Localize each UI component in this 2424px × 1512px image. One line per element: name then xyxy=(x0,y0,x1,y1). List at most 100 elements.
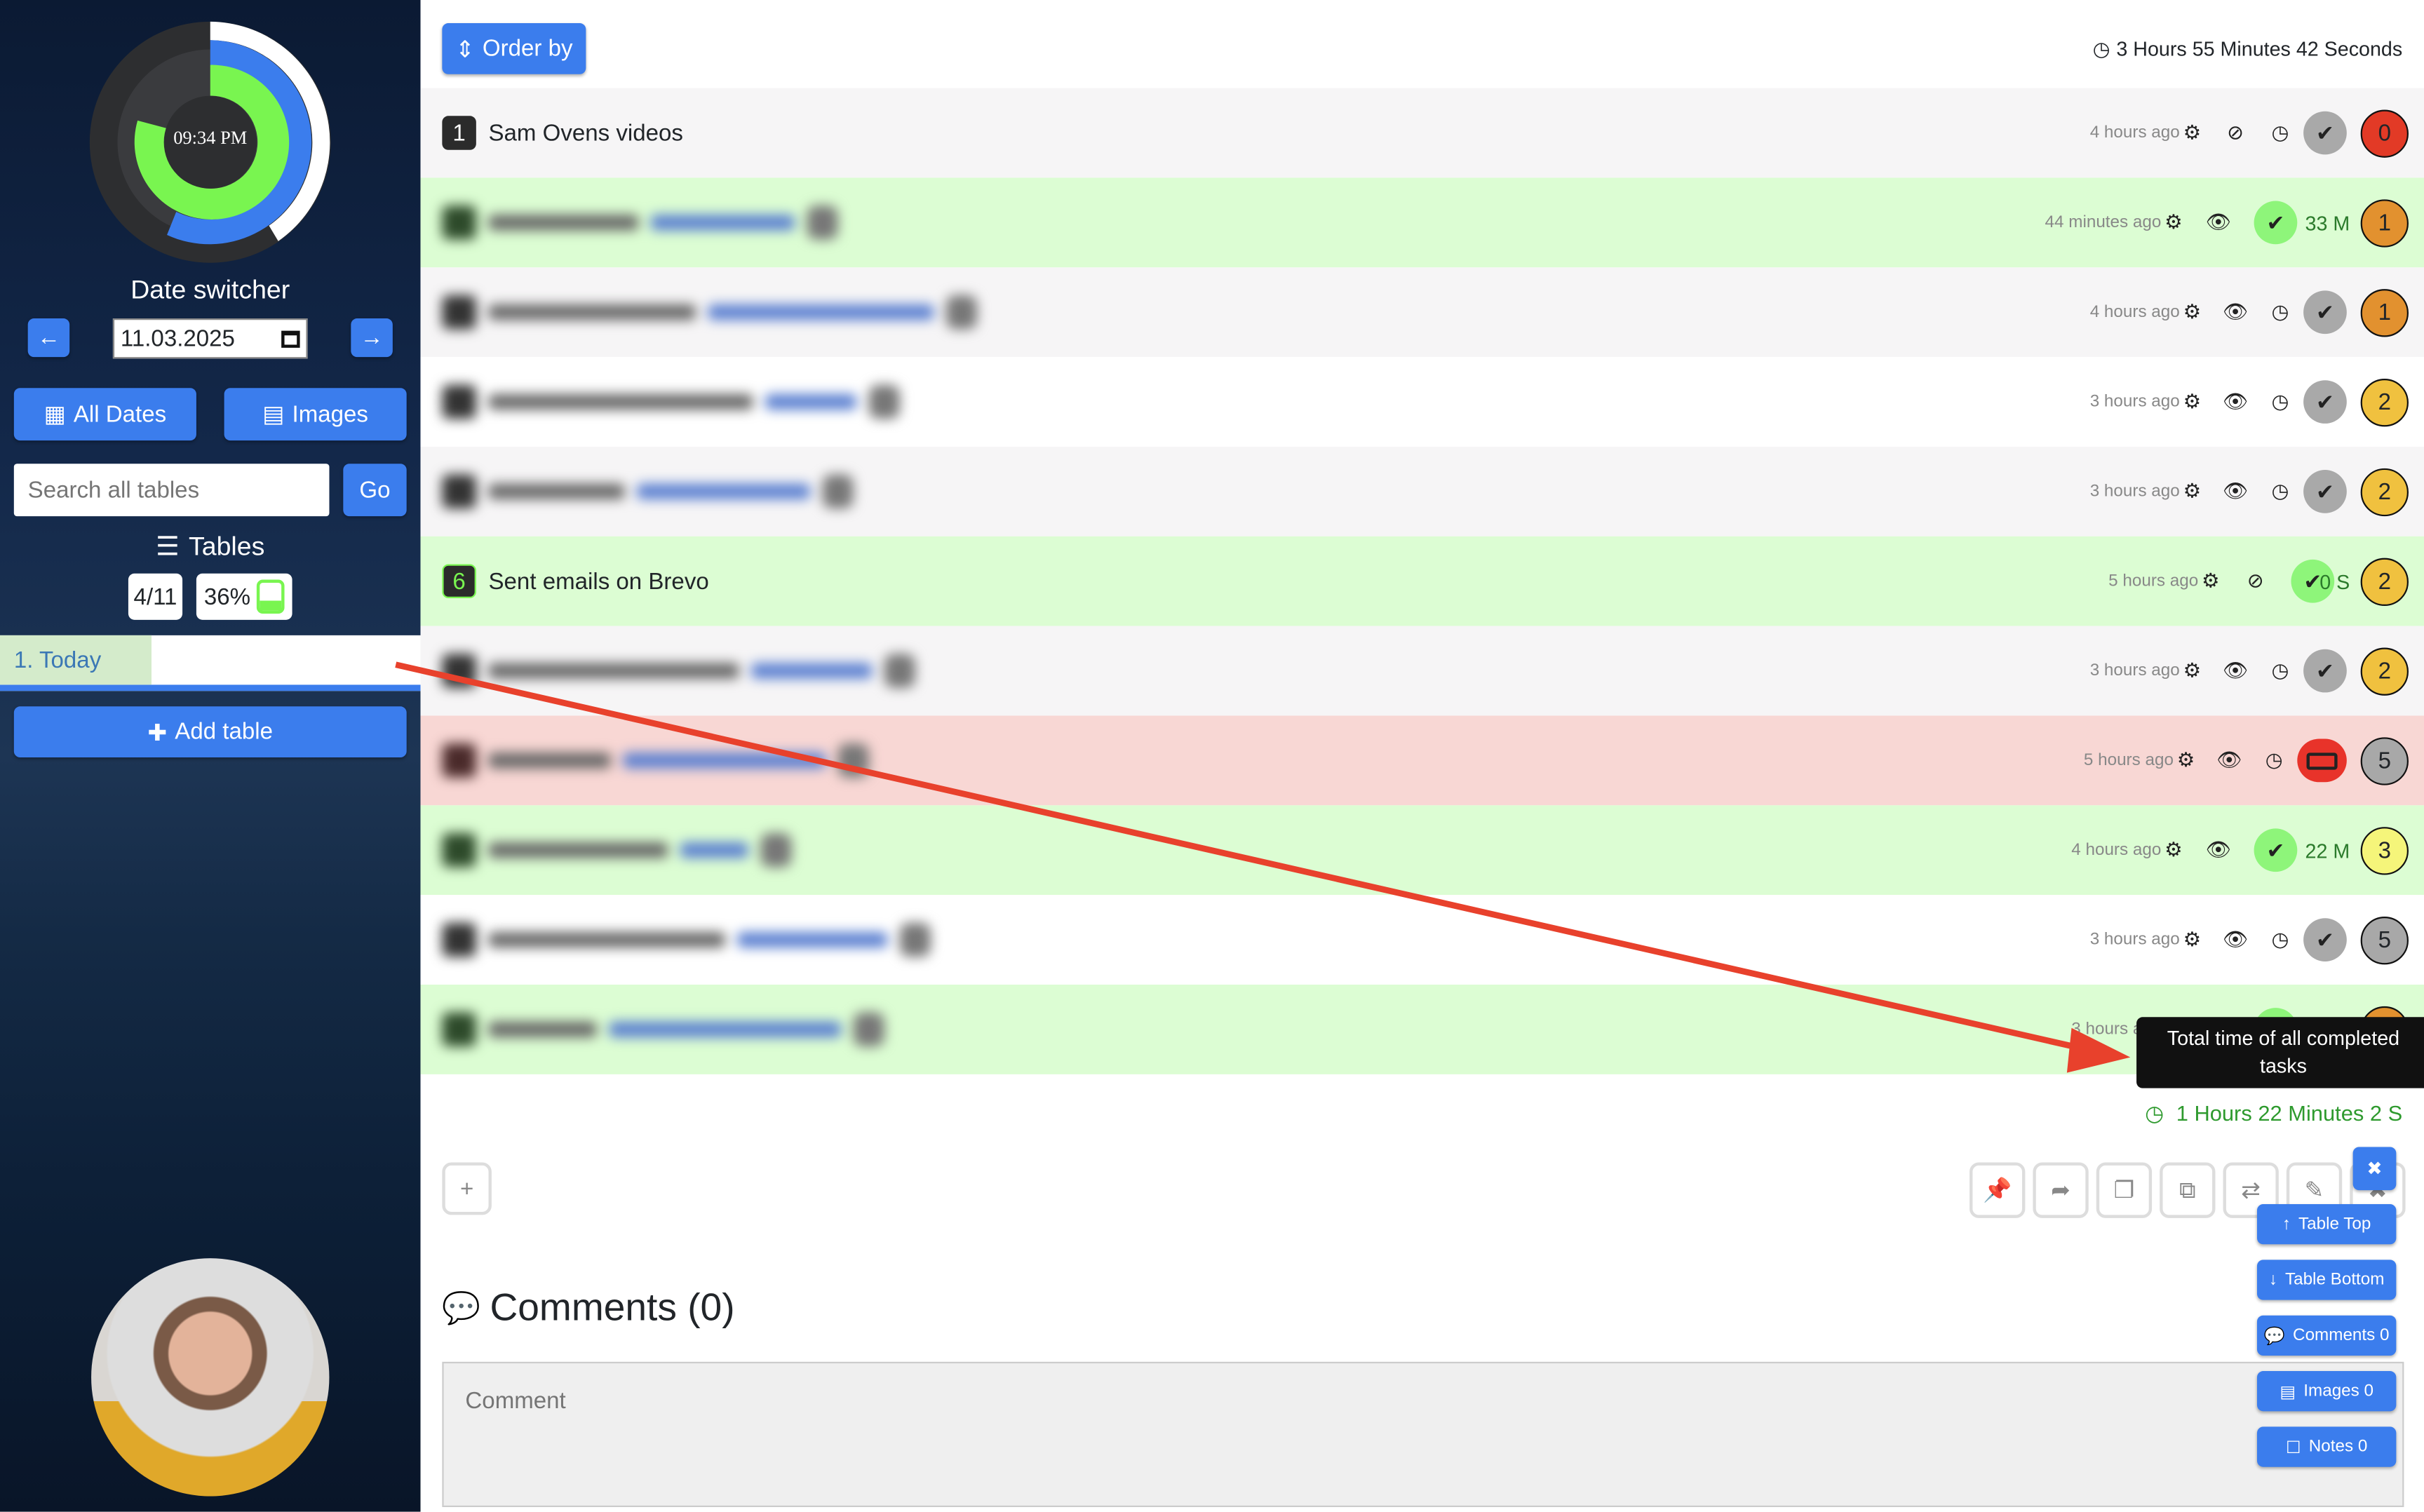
next-date-button[interactable]: → xyxy=(351,318,393,358)
priority-badge[interactable]: 5 xyxy=(2360,915,2409,964)
priority-badge[interactable]: 0 xyxy=(2360,109,2409,157)
images-button[interactable]: ▤ Images xyxy=(224,388,407,441)
priority-badge[interactable]: 3 xyxy=(2360,826,2409,875)
calendar-icon[interactable] xyxy=(281,330,300,347)
clock-icon[interactable]: ◷ xyxy=(2266,119,2294,147)
task-row[interactable]: 4 hours ago ⚙ 👁 ◷ ✔ 1 xyxy=(420,267,2424,358)
gear-icon[interactable]: ⚙ xyxy=(2179,388,2207,416)
table-bottom-button[interactable]: ↓ Table Bottom xyxy=(2256,1260,2397,1300)
priority-badge[interactable]: 5 xyxy=(2360,736,2409,785)
comments-icon: 💬 xyxy=(442,1292,481,1327)
priority-badge[interactable]: 2 xyxy=(2360,647,2409,695)
table-item-today[interactable]: 1. Today xyxy=(0,635,421,691)
gear-icon[interactable]: ⚙ xyxy=(2179,926,2207,954)
add-row-button[interactable]: + xyxy=(442,1162,492,1215)
clock-icon: ◷ xyxy=(2145,1100,2164,1126)
task-row[interactable]: 3 hours ago ⚙ 👁 ◷ ✔ 5 xyxy=(420,895,2424,985)
complete-toggle[interactable]: ✔ xyxy=(2254,828,2298,872)
gear-icon[interactable]: ⚙ xyxy=(2197,567,2225,595)
eye-icon[interactable]: 👁 xyxy=(2221,657,2249,685)
copy-button[interactable]: ❐ xyxy=(2096,1162,2153,1218)
complete-toggle[interactable] xyxy=(2297,738,2347,783)
check-icon: ✔ xyxy=(2316,478,2334,504)
complete-toggle[interactable]: ✔ xyxy=(2303,649,2347,693)
task-row[interactable]: 5 hours ago ⚙ 👁 ◷ 5 xyxy=(420,715,2424,806)
comments-heading-text: Comments (0) xyxy=(490,1285,735,1330)
task-row[interactable]: 3 hours ago ⚙ 👁 ◷ ✔ 2 xyxy=(420,357,2424,447)
task-row[interactable]: 3 hours ago ⚙ 👁 ◷ ✔ 2 xyxy=(420,626,2424,716)
gear-icon[interactable]: ⚙ xyxy=(2179,119,2207,147)
prev-date-button[interactable]: ← xyxy=(27,318,70,358)
date-input[interactable]: 11.03.2025 xyxy=(112,318,308,359)
clock-icon[interactable]: ◷ xyxy=(2266,298,2294,326)
time-ago: 3 hours ago xyxy=(2089,661,2180,680)
sort-icon: ⇕ xyxy=(455,36,475,63)
complete-toggle[interactable]: ✔ xyxy=(2303,470,2347,513)
clock-icon[interactable]: ◷ xyxy=(2266,388,2294,416)
list-icon: ☰ xyxy=(156,532,180,562)
clock-icon[interactable]: ◷ xyxy=(2260,747,2288,775)
task-title[interactable]: Sent emails on Brevo xyxy=(488,568,708,594)
eye-icon[interactable]: 👁 xyxy=(2215,747,2243,775)
clock-icon[interactable]: ◷ xyxy=(2266,478,2294,506)
priority-badge[interactable]: 1 xyxy=(2360,288,2409,337)
complete-toggle[interactable]: ✔ xyxy=(2303,380,2347,424)
task-row[interactable]: 3 hours ago⚙👁✔25 M1 xyxy=(420,985,2424,1074)
close-floating-button[interactable]: ✖ xyxy=(2352,1147,2397,1191)
date-value: 11.03.2025 xyxy=(120,325,235,352)
clock-time: 09:34 PM xyxy=(173,126,248,149)
eye-icon[interactable]: 👁 xyxy=(2221,388,2249,416)
eye-icon[interactable]: 👁 xyxy=(2204,209,2233,237)
plus-icon: + xyxy=(459,1175,474,1202)
complete-toggle[interactable]: ✔ xyxy=(2254,201,2298,245)
avatar[interactable] xyxy=(91,1258,330,1497)
eye-icon[interactable]: 👁 xyxy=(2221,926,2249,954)
task-title[interactable]: Sam Ovens videos xyxy=(488,120,682,146)
pin-button[interactable]: 📌 xyxy=(1969,1162,2026,1218)
gear-icon[interactable]: ⚙ xyxy=(2172,747,2200,775)
comments-button[interactable]: 💬 Comments 0 xyxy=(2256,1315,2397,1356)
copy-icon: ❐ xyxy=(2113,1177,2135,1204)
gear-icon[interactable]: ⚙ xyxy=(2179,478,2207,506)
check-icon: ✔ xyxy=(2316,389,2334,414)
eye-slash-icon[interactable]: ⊘ xyxy=(2221,119,2249,147)
gear-icon[interactable]: ⚙ xyxy=(2179,298,2207,326)
task-row[interactable]: 4 hours ago ⚙ 👁 ✔ 22 M 3 xyxy=(420,805,2424,896)
priority-badge[interactable]: 2 xyxy=(2360,377,2409,426)
search-input[interactable] xyxy=(13,464,330,517)
battery-empty-icon xyxy=(2306,752,2338,769)
priority-badge[interactable]: 1 xyxy=(2360,198,2409,247)
gear-icon[interactable]: ⚙ xyxy=(2160,836,2188,864)
tooltip: Total time of all completed tasks xyxy=(2136,1017,2424,1088)
edit-icon: ✎ xyxy=(2304,1177,2324,1204)
eye-icon[interactable]: 👁 xyxy=(2204,836,2233,864)
add-table-button[interactable]: ✚ Add table xyxy=(13,706,407,758)
gear-icon[interactable]: ⚙ xyxy=(2160,209,2188,237)
clock-icon[interactable]: ◷ xyxy=(2266,657,2294,685)
share-button[interactable]: ➦ xyxy=(2033,1162,2089,1218)
task-row[interactable]: 1 Sam Ovens videos 4 hours ago ⚙ ⊘ ◷ ✔ 0 xyxy=(420,88,2424,178)
task-row[interactable]: 44 minutes ago ⚙ 👁 ✔ 33 M 1 xyxy=(420,177,2424,268)
priority-badge[interactable]: 2 xyxy=(2360,467,2409,516)
table-top-button[interactable]: ↑ Table Top xyxy=(2256,1203,2397,1245)
comment-input[interactable] xyxy=(442,1361,2404,1507)
complete-toggle[interactable]: ✔ xyxy=(2303,290,2347,335)
arrow-left-icon: ← xyxy=(36,324,60,351)
images-floating-button[interactable]: ▤ Images 0 xyxy=(2256,1371,2397,1412)
task-row[interactable]: 3 hours ago ⚙ 👁 ◷ ✔ 2 xyxy=(420,446,2424,536)
eye-icon[interactable]: 👁 xyxy=(2221,478,2249,506)
order-by-button[interactable]: ⇕ Order by xyxy=(442,23,586,74)
notes-button[interactable]: ☐ Notes 0 xyxy=(2256,1426,2397,1467)
priority-badge[interactable]: 2 xyxy=(2360,557,2409,605)
complete-toggle[interactable]: ✔ xyxy=(2303,918,2347,961)
clock-icon[interactable]: ◷ xyxy=(2266,926,2294,954)
gear-icon[interactable]: ⚙ xyxy=(2179,657,2207,685)
task-row[interactable]: 6 Sent emails on Brevo 5 hours ago ⚙ ⊘ ✔ 0 S2 xyxy=(420,536,2424,626)
all-dates-button[interactable]: ▦ All Dates xyxy=(13,388,196,441)
eye-icon[interactable]: 👁 xyxy=(2221,298,2249,326)
search-go-button[interactable]: Go xyxy=(343,464,407,517)
eye-slash-icon[interactable]: ⊘ xyxy=(2242,567,2270,595)
complete-toggle[interactable]: ✔ xyxy=(2303,111,2347,155)
duplicate-button[interactable]: ⧉ xyxy=(2160,1162,2216,1218)
tables-heading: ☰ Tables xyxy=(0,532,421,562)
